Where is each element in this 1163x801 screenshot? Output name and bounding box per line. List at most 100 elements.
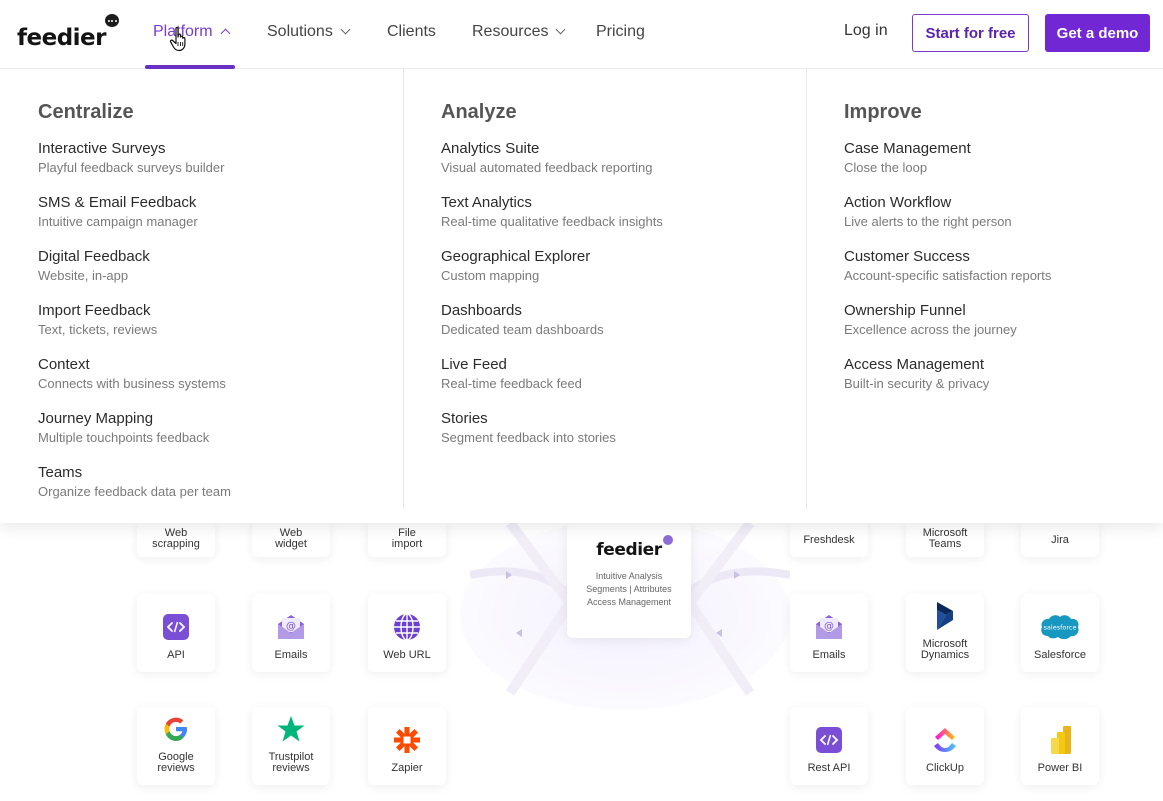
powerbi-icon <box>1045 725 1075 755</box>
integration-label: Trustpilot reviews <box>268 751 314 774</box>
code-icon <box>814 725 844 755</box>
menu-item-subtitle: Multiple touchpoints feedback <box>38 430 210 445</box>
integration-emails[interactable]: @ Emails <box>252 594 330 672</box>
menu-item-teams[interactable]: Teams Organize feedback data per team <box>38 464 231 501</box>
menu-column-improve: Improve Case Management Close the loop A… <box>844 69 1144 509</box>
menu-item-sms-email-feedback[interactable]: SMS & Email Feedback Intuitive campaign … <box>38 194 198 231</box>
integration-web-scrapping[interactable]: Web scrapping <box>137 523 215 557</box>
feedier-hub-card: feedier Intuitive Analysis Segments | At… <box>567 522 691 638</box>
login-link[interactable]: Log in <box>844 22 888 40</box>
start-for-free-button[interactable]: Start for free <box>912 14 1029 52</box>
integration-api[interactable]: API <box>137 594 215 672</box>
get-a-demo-button[interactable]: Get a demo <box>1045 14 1150 52</box>
integration-file-import[interactable]: File import <box>368 523 446 557</box>
menu-item-title: Interactive Surveys <box>38 140 166 157</box>
chevron-down-icon <box>556 24 566 35</box>
integration-jira[interactable]: Jira <box>1021 523 1099 557</box>
chat-bubble-icon <box>662 535 673 545</box>
menu-item-interactive-surveys[interactable]: Interactive Surveys Playful feedback sur… <box>38 140 224 177</box>
menu-item-title: Live Feed <box>441 356 507 373</box>
chevron-down-icon <box>340 24 351 35</box>
feedier-logo: feedier <box>596 535 673 560</box>
menu-item-import-feedback[interactable]: Import Feedback Text, tickets, reviews <box>38 302 157 339</box>
nav-solutions[interactable]: Solutions <box>267 22 351 42</box>
menu-item-customer-success[interactable]: Customer Success Account-specific satisf… <box>844 248 1051 285</box>
menu-item-title: Action Workflow <box>844 194 952 211</box>
integration-label: File import <box>391 527 423 550</box>
dynamics-icon <box>930 601 960 631</box>
code-icon <box>161 612 191 642</box>
trustpilot-star-icon <box>276 714 306 744</box>
menu-item-context[interactable]: Context Connects with business systems <box>38 356 226 393</box>
menu-item-subtitle: Website, in-app <box>38 268 129 283</box>
nav-resources[interactable]: Resources <box>472 22 566 42</box>
menu-item-subtitle: Text, tickets, reviews <box>38 322 158 337</box>
active-nav-underline <box>145 65 235 69</box>
menu-item-title: Geographical Explorer <box>441 248 591 265</box>
menu-item-subtitle: Organize feedback data per team <box>38 484 231 499</box>
integration-web-url[interactable]: Web URL <box>368 594 446 672</box>
integration-power-bi[interactable]: Power BI <box>1021 707 1099 785</box>
menu-item-journey-mapping[interactable]: Journey Mapping Multiple touchpoints fee… <box>38 410 209 447</box>
menu-item-title: SMS & Email Feedback <box>38 194 197 211</box>
integration-label: Rest API <box>807 762 851 774</box>
integration-label: Microsoft Teams <box>922 527 968 550</box>
menu-item-subtitle: Segment feedback into stories <box>441 430 616 445</box>
chevron-up-icon <box>220 28 231 39</box>
integration-label: Emails <box>274 649 308 661</box>
integration-label: Power BI <box>1037 762 1083 774</box>
integration-label: Emails <box>812 649 846 661</box>
integration-google-reviews[interactable]: Google reviews <box>137 707 215 785</box>
integration-label: API <box>167 649 185 661</box>
menu-item-title: Analytics Suite <box>441 140 540 157</box>
integration-rest-api[interactable]: Rest API <box>790 707 868 785</box>
chat-bubble-icon <box>105 14 119 27</box>
column-title: Improve <box>844 101 922 123</box>
menu-item-analytics-suite[interactable]: Analytics Suite Visual automated feedbac… <box>441 140 653 177</box>
menu-item-text-analytics[interactable]: Text Analytics Real-time qualitative fee… <box>441 194 663 231</box>
integration-emails-out[interactable]: @ Emails <box>790 594 868 672</box>
zapier-icon <box>392 725 422 755</box>
svg-text:@: @ <box>824 621 834 632</box>
menu-item-title: Digital Feedback <box>38 248 150 265</box>
menu-item-title: Customer Success <box>844 248 970 265</box>
integration-freshdesk[interactable]: Freshdesk <box>790 523 868 557</box>
feedier-logo[interactable]: feedier <box>17 14 119 50</box>
globe-icon <box>392 612 422 642</box>
integration-microsoft-dynamics[interactable]: Microsoft Dynamics <box>906 594 984 672</box>
menu-item-subtitle: Real-time qualitative feedback insights <box>441 214 663 229</box>
nav-clients[interactable]: Clients <box>387 22 436 42</box>
column-title: Centralize <box>38 101 134 123</box>
integration-salesforce[interactable]: salesforce Salesforce <box>1021 594 1099 672</box>
menu-item-title: Ownership Funnel <box>844 302 966 319</box>
integration-label: Web scrapping <box>152 527 200 550</box>
integration-label: Web URL <box>383 649 431 661</box>
svg-text:@: @ <box>286 621 296 632</box>
integration-trustpilot-reviews[interactable]: Trustpilot reviews <box>252 707 330 785</box>
integration-label: Freshdesk <box>803 533 855 546</box>
menu-item-title: Context <box>38 356 90 373</box>
menu-item-action-workflow[interactable]: Action Workflow Live alerts to the right… <box>844 194 1012 231</box>
google-icon <box>161 714 191 744</box>
menu-item-title: Stories <box>441 410 488 427</box>
platform-mega-menu: Centralize Interactive Surveys Playful f… <box>0 69 1163 523</box>
menu-item-geographical-explorer[interactable]: Geographical Explorer Custom mapping <box>441 248 590 285</box>
integration-microsoft-teams[interactable]: Microsoft Teams <box>906 523 984 557</box>
menu-item-live-feed[interactable]: Live Feed Real-time feedback feed <box>441 356 582 393</box>
menu-item-title: Journey Mapping <box>38 410 154 427</box>
menu-item-subtitle: Intuitive campaign manager <box>38 214 198 229</box>
menu-item-ownership-funnel[interactable]: Ownership Funnel Excellence across the j… <box>844 302 1017 339</box>
integration-label: Microsoft Dynamics <box>920 638 970 661</box>
menu-item-subtitle: Close the loop <box>844 160 928 175</box>
menu-item-stories[interactable]: Stories Segment feedback into stories <box>441 410 616 447</box>
menu-item-title: Text Analytics <box>441 194 532 211</box>
menu-item-digital-feedback[interactable]: Digital Feedback Website, in-app <box>38 248 150 285</box>
nav-pricing[interactable]: Pricing <box>596 22 645 42</box>
menu-item-access-management[interactable]: Access Management Built-in security & pr… <box>844 356 989 393</box>
integration-web-widget[interactable]: Web widget <box>252 523 330 557</box>
integration-clickup[interactable]: ClickUp <box>906 707 984 785</box>
menu-item-dashboards[interactable]: Dashboards Dedicated team dashboards <box>441 302 604 339</box>
integration-zapier[interactable]: Zapier <box>368 707 446 785</box>
menu-item-subtitle: Visual automated feedback reporting <box>441 160 653 175</box>
menu-item-case-management[interactable]: Case Management Close the loop <box>844 140 971 177</box>
